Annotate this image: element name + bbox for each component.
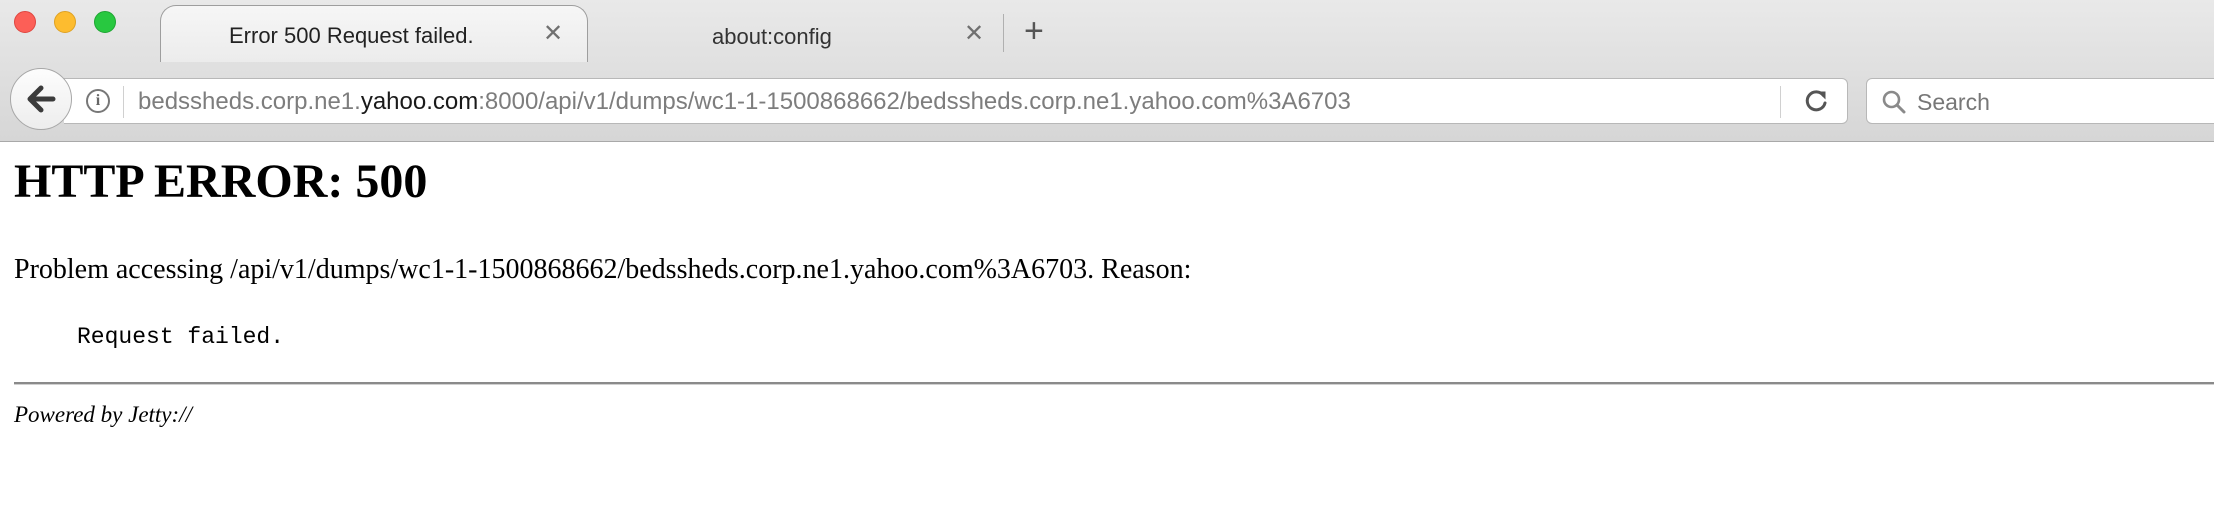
reload-icon[interactable]	[1803, 88, 1829, 119]
site-info-icon[interactable]: i	[86, 89, 110, 113]
window-minimize-button[interactable]	[54, 11, 76, 33]
search-icon	[1881, 89, 1907, 120]
url-host: yahoo.com	[360, 88, 479, 115]
url-separator	[123, 86, 124, 118]
powered-by-footer: Powered by Jetty://	[14, 402, 192, 427]
search-placeholder: Search	[1917, 89, 1990, 115]
tab-about-config[interactable]: about:config ✕	[600, 5, 1000, 61]
horizontal-rule	[14, 382, 2214, 385]
tab-close-icon[interactable]: ✕	[964, 22, 984, 46]
problem-message: Problem accessing /api/v1/dumps/wc1-1-15…	[14, 254, 1192, 285]
back-button[interactable]	[10, 68, 72, 130]
tab-separator	[1003, 14, 1004, 52]
navigation-toolbar: i bedssheds.corp.ne1.yahoo.com:8000/api/…	[0, 62, 2214, 141]
window-zoom-button[interactable]	[94, 11, 116, 33]
url-prefix: bedssheds.corp.ne1.	[138, 88, 361, 115]
tab-error-500[interactable]: Error 500 Request failed. ✕	[160, 5, 588, 62]
address-bar[interactable]: i bedssheds.corp.ne1.yahoo.com:8000/api/…	[64, 78, 1848, 124]
back-arrow-icon	[27, 85, 56, 113]
window-close-button[interactable]	[14, 11, 36, 33]
url-separator	[1780, 86, 1781, 118]
tab-title: Error 500 Request failed.	[229, 23, 474, 48]
browser-chrome: Error 500 Request failed. ✕ about:config…	[0, 0, 2214, 142]
reason-text: Request failed.	[77, 324, 285, 350]
error-heading: HTTP ERROR: 500	[14, 155, 428, 208]
tab-title: about:config	[712, 24, 832, 49]
new-tab-button[interactable]: +	[1024, 14, 1044, 48]
tab-close-icon[interactable]: ✕	[543, 22, 563, 46]
search-bar[interactable]: Search	[1866, 78, 2214, 124]
url-text[interactable]: bedssheds.corp.ne1.yahoo.com:8000/api/v1…	[138, 88, 1351, 116]
page-content: HTTP ERROR: 500 Problem accessing /api/v…	[0, 142, 2214, 506]
tab-strip: Error 500 Request failed. ✕ about:config…	[0, 0, 2214, 62]
url-path: :8000/api/v1/dumps/wc1-1-1500868662/beds…	[478, 88, 1351, 115]
